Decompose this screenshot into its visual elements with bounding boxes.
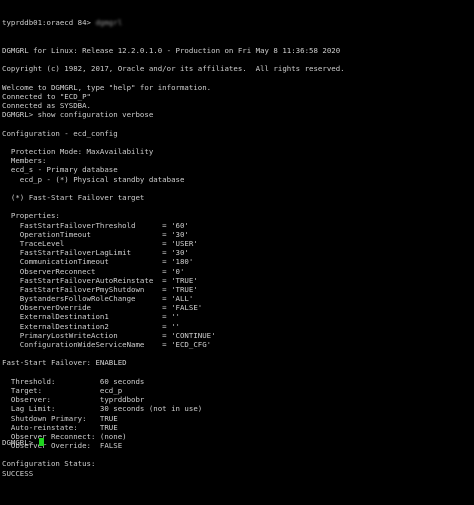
terminal-output-line: (*) Fast-Start Failover target — [2, 193, 145, 202]
terminal-output-line: ecd_p - (*) Physical standby database — [2, 174, 185, 184]
terminal-output-line: Configuration - ecd_config — [2, 128, 118, 138]
terminal-output-line: DGMGRL> show configuration verbose — [2, 110, 154, 120]
terminal-first-line: typrddb01:oraecd 84> dgmgrl — [2, 18, 472, 27]
terminal-output-line: ObserverOverride = 'FALSE' — [2, 303, 203, 313]
terminal-output-line: Copyright (c) 1982, 2017, Oracle and/or … — [2, 64, 345, 74]
dgmgrl-prompt-line[interactable]: DGMGRL> — [2, 438, 44, 447]
shell-prompt: typrddb01:oraecd 84> — [2, 18, 96, 28]
terminal-output-line: Connected as SYSDBA. — [2, 101, 91, 111]
terminal-output-line: ConfigurationWideServiceName = 'ECD_CFG' — [2, 340, 212, 349]
terminal-output-line: FastStartFailoverPmyShutdown = 'TRUE' — [2, 284, 198, 294]
terminal-output-line: FastStartFailoverThreshold = '60' — [2, 220, 189, 230]
terminal-output-line: Threshold: 60 seconds — [2, 376, 145, 386]
terminal-output-line: Protection Mode: MaxAvailability — [2, 147, 154, 157]
terminal-output-line: ExternalDestination1 = '' — [2, 312, 180, 322]
terminal-output-line: SUCCESS — [2, 468, 34, 478]
terminal-output-line: Properties: — [2, 211, 60, 221]
terminal-output-line: Lag Limit: 30 seconds (not in use) — [2, 404, 203, 414]
terminal-output-line: Target: ecd_p — [2, 385, 123, 395]
terminal-output-line: Configuration Status: — [2, 459, 96, 469]
terminal-output-line: ExternalDestination2 = '' — [2, 321, 180, 331]
terminal-output-line: Fast-Start Failover: ENABLED — [2, 358, 127, 368]
terminal-output-line: ecd_s - Primary database — [2, 165, 118, 175]
terminal-output-line: Shutdown Primary: TRUE — [2, 413, 118, 423]
terminal-output-line: Observer: typrddbobr — [2, 395, 145, 405]
terminal-output-line: CommunicationTimeout = '180' — [2, 257, 194, 267]
terminal-output-line: Connected to "ECD_P" — [2, 91, 91, 101]
terminal-window[interactable]: typrddb01:oraecd 84> dgmgrl DGMGRL for L… — [2, 0, 472, 477]
terminal-output: DGMGRL for Linux: Release 12.2.0.1.0 - P… — [2, 46, 472, 487]
terminal-output-line: BystandersFollowRoleChange = 'ALL' — [2, 294, 194, 304]
terminal-output-line: OperationTimeout = '30' — [2, 229, 189, 239]
text-cursor — [38, 438, 44, 446]
terminal-output-line: Observer Reconnect: (none) — [2, 431, 127, 441]
terminal-output-line: Auto-reinstate: TRUE — [2, 422, 118, 432]
terminal-output-line: FastStartFailoverLagLimit = '30' — [2, 248, 189, 258]
terminal-output-line: Members: — [2, 156, 47, 166]
terminal-output-line: Welcome to DGMGRL, type "help" for infor… — [2, 82, 212, 92]
redacted-command: dgmgrl — [95, 18, 123, 28]
terminal-output-line: PrimaryLostWriteAction = 'CONTINUE' — [2, 330, 216, 340]
terminal-output-line: ObserverReconnect = '0' — [2, 266, 185, 276]
terminal-output-line: DGMGRL for Linux: Release 12.2.0.1.0 - P… — [2, 46, 341, 55]
terminal-output-line: FastStartFailoverAutoReinstate = 'TRUE' — [2, 275, 198, 285]
dgmgrl-prompt: DGMGRL> — [2, 438, 38, 447]
terminal-output-line: TraceLevel = 'USER' — [2, 238, 198, 248]
